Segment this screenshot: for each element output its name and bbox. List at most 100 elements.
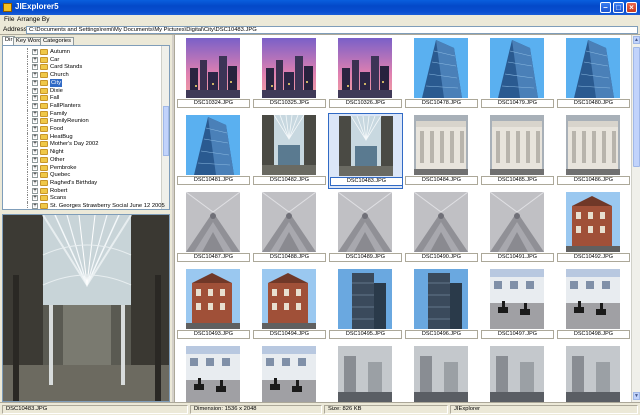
folder-icon: [40, 187, 48, 194]
expand-icon[interactable]: +: [32, 49, 38, 55]
thumbnail-tile[interactable]: DSC10489.JPG: [328, 190, 403, 266]
minimize-button[interactable]: –: [600, 2, 611, 13]
thumbnail-caption: DSC10498.JPG: [557, 330, 630, 339]
menu-file[interactable]: File: [4, 16, 14, 23]
address-bar: Address C:\Documents and Settings\remi\M…: [0, 25, 640, 35]
expand-icon[interactable]: +: [32, 179, 38, 186]
thumbnail-tile[interactable]: DSC10495.JPG: [328, 267, 403, 343]
thumbnail-tile[interactable]: DSC10493.JPG: [176, 267, 251, 343]
thumbnail-tile[interactable]: DSC10479.JPG: [480, 36, 555, 112]
thumbnail-frame: [262, 38, 316, 98]
tab-categories[interactable]: Categories: [40, 37, 75, 45]
expand-icon[interactable]: +: [32, 141, 38, 148]
expand-icon[interactable]: +: [32, 87, 38, 94]
expand-icon[interactable]: +: [32, 149, 38, 156]
thumbnail-caption: DSC10485.JPG: [481, 176, 554, 185]
thumbnail-tile[interactable]: DSC10496.JPG: [404, 267, 479, 343]
scroll-down-arrow-icon[interactable]: ▼: [633, 392, 640, 400]
thumbnail-tile[interactable]: [404, 344, 479, 402]
thumbnail-image: [338, 269, 392, 329]
menu-arrange-by[interactable]: Arrange By: [17, 16, 50, 23]
thumbnail-tile[interactable]: DSC10324.JPG: [176, 36, 251, 112]
thumbnail-tile[interactable]: DSC10484.JPG: [404, 113, 479, 189]
grid-scroll-thumb[interactable]: [633, 47, 640, 167]
expand-icon[interactable]: +: [32, 172, 38, 179]
thumbnail-frame: [186, 269, 240, 329]
tree-item[interactable]: + St. Georges Strawberry Social June 12 2…: [3, 202, 165, 209]
thumbnail-frame: [186, 38, 240, 98]
thumbnail-tile[interactable]: DSC10482.JPG: [252, 113, 327, 189]
title-bar: JIExplorer5 – □ ×: [0, 0, 640, 15]
thumbnail-tile[interactable]: [328, 344, 403, 402]
expand-icon[interactable]: +: [32, 118, 38, 125]
thumbnail-frame: [414, 346, 468, 402]
thumbnail-frame: [414, 192, 468, 252]
thumbnail-frame: [262, 192, 316, 252]
thumbnail-tile[interactable]: DSC10478.JPG: [404, 36, 479, 112]
thumbnail-image: [338, 192, 392, 252]
expand-icon[interactable]: +: [32, 56, 38, 63]
expand-icon[interactable]: +: [32, 156, 38, 163]
thumbnail-caption: DSC10326.JPG: [329, 99, 402, 108]
address-label: Address: [3, 26, 27, 33]
expand-icon[interactable]: +: [32, 64, 38, 71]
image-preview: [2, 214, 170, 402]
folder-tree[interactable]: + Autumn + Car + Card Stands + Church + City + Dixi…: [2, 45, 170, 210]
thumbnail-tile[interactable]: DSC10326.JPG: [328, 36, 403, 112]
thumbnail-tile[interactable]: DSC10483.JPG: [328, 113, 403, 189]
expand-icon[interactable]: +: [32, 133, 38, 140]
thumbnail-image: [490, 115, 544, 175]
thumbnail-frame: [490, 192, 544, 252]
thumbnail-image: [414, 192, 468, 252]
address-input[interactable]: C:\Documents and Settings\remi\My Docume…: [26, 26, 638, 34]
thumbnail-tile[interactable]: DSC10494.JPG: [252, 267, 327, 343]
thumbnail-tile[interactable]: DSC10485.JPG: [480, 113, 555, 189]
thumbnail-frame: [414, 38, 468, 98]
grid-scrollbar[interactable]: ▲ ▼: [631, 35, 640, 402]
thumbnail-grid[interactable]: ▲ ▼ DSC10324.JPG DSC10325.JPG DSC10326.J…: [174, 35, 640, 402]
thumbnail-tile[interactable]: DSC10325.JPG: [252, 36, 327, 112]
expand-icon[interactable]: +: [32, 72, 38, 79]
expand-icon[interactable]: +: [32, 95, 38, 102]
thumbnail-caption: DSC10486.JPG: [557, 176, 630, 185]
thumbnail-tile[interactable]: DSC10491.JPG: [480, 190, 555, 266]
thumbnail-image: [262, 346, 316, 402]
expand-icon[interactable]: +: [32, 164, 38, 171]
maximize-icon: □: [616, 3, 621, 12]
thumbnail-caption: DSC10497.JPG: [481, 330, 554, 339]
maximize-button[interactable]: □: [613, 2, 624, 13]
thumbnail-tile[interactable]: DSC10490.JPG: [404, 190, 479, 266]
expand-icon[interactable]: +: [32, 110, 38, 117]
expand-icon[interactable]: +: [32, 195, 38, 202]
thumbnail-image: [262, 38, 316, 98]
thumbnail-tile[interactable]: [176, 344, 251, 402]
scroll-up-arrow-icon[interactable]: ▲: [633, 36, 640, 44]
close-button[interactable]: ×: [626, 2, 637, 13]
thumbnail-tile[interactable]: DSC10487.JPG: [176, 190, 251, 266]
expand-icon[interactable]: +: [32, 203, 38, 209]
expand-icon[interactable]: +: [32, 79, 38, 86]
thumbnail-frame: [338, 346, 392, 402]
thumbnail-tile[interactable]: DSC10497.JPG: [480, 267, 555, 343]
thumbnail-tile[interactable]: DSC10498.JPG: [556, 267, 631, 343]
thumbnail-image: [414, 346, 468, 402]
thumbnail-tile[interactable]: DSC10480.JPG: [556, 36, 631, 112]
expand-icon[interactable]: +: [32, 102, 38, 109]
thumbnail-tile[interactable]: DSC10481.JPG: [176, 113, 251, 189]
thumbnail-tile[interactable]: DSC10488.JPG: [252, 190, 327, 266]
expand-icon[interactable]: +: [32, 187, 38, 194]
thumbnail-tile[interactable]: [556, 344, 631, 402]
thumbnail-image: [490, 38, 544, 98]
thumbnail-tile[interactable]: DSC10492.JPG: [556, 190, 631, 266]
thumbnail-frame: [490, 346, 544, 402]
thumbnail-tile[interactable]: DSC10486.JPG: [556, 113, 631, 189]
expand-icon[interactable]: +: [32, 126, 38, 132]
tree-scroll-thumb[interactable]: [163, 106, 169, 156]
thumbnail-image: [414, 269, 468, 329]
thumbnail-tile[interactable]: [252, 344, 327, 402]
tree-item-label: St. Georges Strawberry Social June 12 20…: [50, 203, 165, 209]
folder-icon: [40, 118, 48, 125]
tree-scrollbar[interactable]: [161, 46, 169, 209]
thumbnail-tile[interactable]: [480, 344, 555, 402]
folder-icon: [40, 172, 48, 179]
